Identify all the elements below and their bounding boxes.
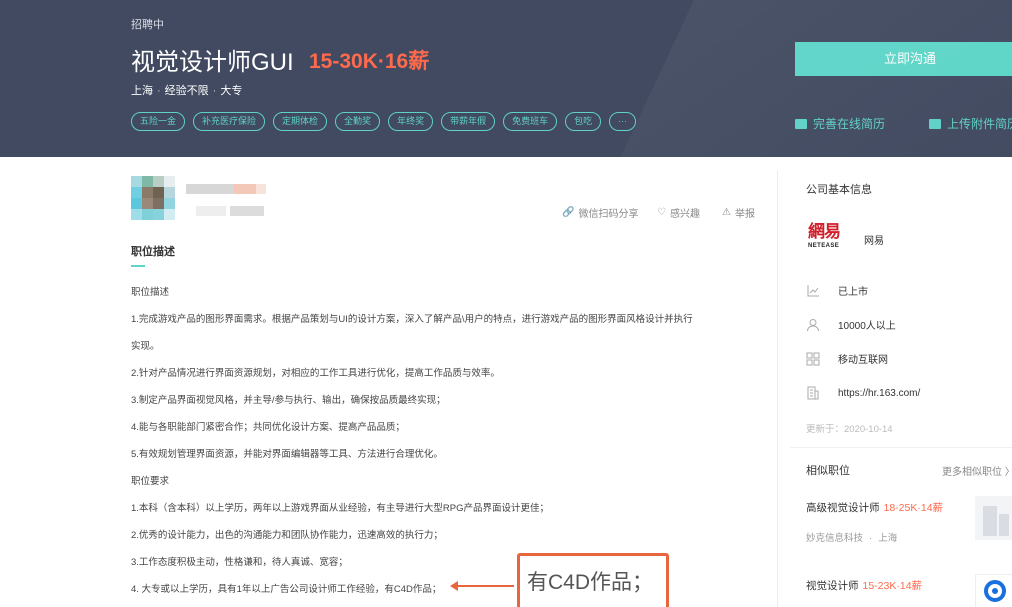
job-header-banner: 招聘中 视觉设计师GUI 15-30K·16薪 上海 · 经验不限 · 大专 五险一金 … xyxy=(0,0,1012,157)
callout-text: 有C4D作品； xyxy=(527,571,654,594)
grid-icon xyxy=(806,352,820,366)
description-line: 职位要求 xyxy=(131,476,170,487)
similar-section-title: 相似职位 xyxy=(806,465,850,477)
heart-icon: ♡ xyxy=(657,207,666,218)
resume-icon xyxy=(795,118,807,129)
description-line: 5.有效规划管理界面资源，并能对界面编辑器等工具、方法进行合理优化。 xyxy=(131,449,443,460)
similar-job-title: 高级视觉设计师 xyxy=(806,502,880,514)
benefit-tags: 五险一金 补充医疗保险 定期体检 全勤奖 年终奖 带薪年假 免费班车 包吃 ··… xyxy=(131,112,637,131)
description-line: 职位描述 xyxy=(131,287,170,298)
company-section-title: 公司基本信息 xyxy=(806,184,872,196)
benefit-tag: 包吃 xyxy=(565,112,602,131)
similar-job-title: 视觉设计师 xyxy=(806,580,859,592)
logo-text-cn: 網易 xyxy=(808,222,841,242)
company-listing: 已上市 xyxy=(838,287,868,298)
description-line: 3.制定产品界面视觉风格，并主导/参与执行、输出，确保按品质最终实现； xyxy=(131,395,446,406)
benefit-tag: 带薪年假 xyxy=(441,112,496,131)
description-line: 2.优秀的设计能力，出色的沟通能力和团队协作能力，迅速高效的执行力； xyxy=(131,530,443,541)
callout-arrow xyxy=(452,585,514,587)
upload-icon xyxy=(929,118,941,129)
more-tags-button[interactable]: ··· xyxy=(609,112,637,131)
job-location: 上海 xyxy=(131,85,153,97)
benefit-tag: 免费班车 xyxy=(503,112,558,131)
description-line: 4.能与各职能部门紧密合作；共同优化设计方案、提高产品品质； xyxy=(131,422,405,433)
similar-job-2[interactable]: 视觉设计师 15-23K·14薪 xyxy=(806,578,922,593)
company-website-row: https://hr.163.com/ xyxy=(806,386,920,400)
benefit-tag: 五险一金 xyxy=(131,112,186,131)
report-label: 举报 xyxy=(734,209,755,220)
description-line: 3.工作态度积极主动，性格谦和，待人真诚、宽容； xyxy=(131,557,348,568)
benefit-tag: 全勤奖 xyxy=(335,112,381,131)
upload-resume-link[interactable]: 上传附件简历 xyxy=(929,115,1012,132)
building-icon xyxy=(806,386,820,400)
upload-resume-label: 上传附件简历 xyxy=(947,117,1012,131)
company-size: 10000人以上 xyxy=(838,321,896,332)
chart-icon xyxy=(806,284,820,298)
job-experience: 经验不限 xyxy=(164,85,209,97)
company-logo[interactable]: 網易 NETEASE xyxy=(808,224,848,256)
description-line: 4. 大专或以上学历，具有1年以上广告公司设计师工作经验，有C4D作品； xyxy=(131,584,442,595)
company-industry-row: 移动互联网 xyxy=(806,351,888,366)
more-similar-link[interactable]: 更多相似职位 〉 xyxy=(942,463,1012,478)
benefit-tag: 年终奖 xyxy=(388,112,434,131)
description-line: 1.完成游戏产品的图形界面需求。根据产品策划与UI的设计方案，深入了解产品\用户… xyxy=(131,314,693,325)
job-salary: 15-30K·16薪 xyxy=(309,50,430,73)
benefit-tag: 定期体检 xyxy=(273,112,328,131)
logo-text-en: NETEASE xyxy=(808,243,840,249)
job-title: 视觉设计师GUI xyxy=(131,49,294,76)
description-section-title: 职位描述 xyxy=(131,246,175,258)
job-meta: 上海 · 经验不限 · 大专 xyxy=(131,85,243,97)
interested-action[interactable]: ♡ 感兴趣 xyxy=(657,205,700,220)
callout-box: 有C4D作品； xyxy=(517,553,669,607)
callout-arrow-head xyxy=(450,581,458,591)
recruiter-name-blurred xyxy=(186,180,276,220)
similar-job-company-name: 妙克信息科技 xyxy=(806,533,864,544)
sidebar-section-divider xyxy=(790,447,1012,448)
company-updated-date: 更新于：2020-10-14 xyxy=(806,424,893,435)
similar-job-city: 上海 xyxy=(878,533,898,544)
company-listing-row: 已上市 xyxy=(806,283,868,298)
company-website[interactable]: https://hr.163.com/ xyxy=(838,388,920,399)
wechat-share-action[interactable]: 🔗 微信扫码分享 xyxy=(562,205,638,220)
job-status: 招聘中 xyxy=(131,19,164,31)
wechat-share-label: 微信扫码分享 xyxy=(578,209,639,220)
description-line: 2.针对产品情况进行界面资源规划，对相应的工作工具进行优化，提高工作品质与效率。 xyxy=(131,368,500,379)
job-education: 大专 xyxy=(220,85,243,97)
company-size-row: 10000人以上 xyxy=(806,317,896,332)
similar-company-logo[interactable] xyxy=(975,574,1012,607)
company-name[interactable]: 网易 xyxy=(864,232,884,247)
similar-job-company: 妙克信息科技 · 上海 xyxy=(806,533,898,544)
sidebar-divider xyxy=(777,170,778,607)
online-resume-label: 完善在线简历 xyxy=(813,117,886,131)
similar-job-1[interactable]: 高级视觉设计师 18-25K·14薪 xyxy=(806,500,943,515)
warning-icon: ⚠ xyxy=(722,207,731,218)
company-logo-icon xyxy=(984,580,1006,602)
link-icon: 🔗 xyxy=(562,207,575,218)
description-line: 实现。 xyxy=(131,341,160,352)
description-line: 1.本科（含本科）以上学历，两年以上游戏界面从业经验，有主导进行大型RPG产品界… xyxy=(131,503,550,514)
report-action[interactable]: ⚠ 举报 xyxy=(722,205,755,220)
similar-company-logo[interactable] xyxy=(975,496,1012,540)
company-industry: 移动互联网 xyxy=(838,355,888,366)
interested-label: 感兴趣 xyxy=(669,209,700,220)
recruiter-avatar[interactable] xyxy=(131,176,175,220)
online-resume-link[interactable]: 完善在线简历 xyxy=(795,115,885,132)
person-icon xyxy=(806,318,820,332)
benefit-tag: 补充医疗保险 xyxy=(193,112,266,131)
section-underline xyxy=(131,265,145,267)
similar-job-salary: 15-23K·14薪 xyxy=(862,580,923,592)
chat-now-button[interactable]: 立即沟通 xyxy=(795,42,1012,76)
similar-job-salary: 18-25K·14薪 xyxy=(883,502,944,514)
